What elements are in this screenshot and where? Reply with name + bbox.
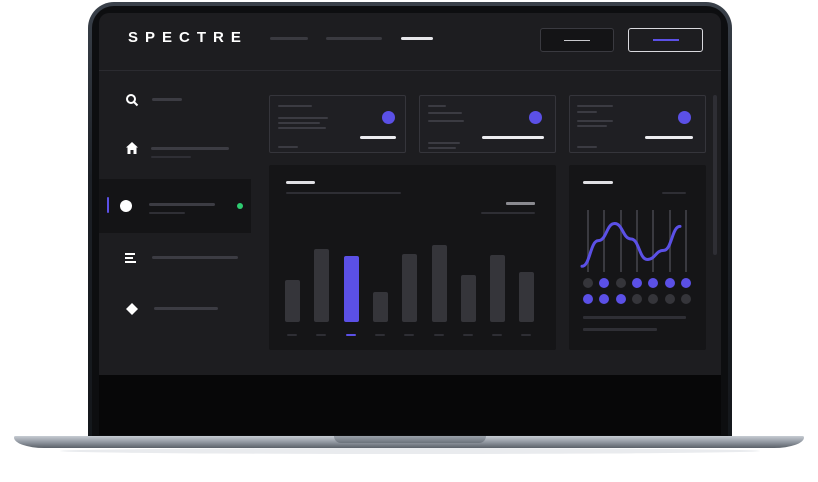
stat-card-3[interactable]	[569, 95, 706, 153]
top-header: SPECTRE	[99, 13, 721, 71]
sidebar-item-diamond[interactable]	[99, 285, 251, 339]
status-dot-icon	[237, 203, 243, 209]
matrix-dot[interactable]	[616, 278, 626, 288]
bar-1[interactable]	[285, 280, 300, 322]
diamond-icon	[125, 302, 139, 316]
card-label	[428, 105, 446, 107]
card-value	[360, 136, 396, 139]
bar-8[interactable]	[490, 255, 505, 322]
app-screen: SPECTRE	[99, 13, 721, 375]
x-tick-8	[492, 334, 502, 336]
bar-chart-panel	[269, 165, 556, 350]
matrix-dot[interactable]	[632, 294, 642, 304]
bar-9[interactable]	[519, 272, 534, 322]
card-text	[278, 127, 326, 129]
sidebar-item-sublabel	[149, 212, 185, 214]
matrix-dot[interactable]	[583, 278, 593, 288]
secondary-button[interactable]	[540, 28, 614, 52]
x-tick-4	[375, 334, 385, 336]
matrix-dot[interactable]	[681, 278, 691, 288]
laptop-shadow	[60, 448, 760, 454]
matrix-dot[interactable]	[599, 278, 609, 288]
card-text	[428, 112, 462, 114]
sidebar-item-sublabel	[151, 156, 191, 158]
content-scrollbar[interactable]	[713, 95, 717, 255]
screen-bottom-bezel	[99, 375, 721, 435]
bar-6[interactable]	[432, 245, 447, 322]
x-tick-3	[346, 334, 356, 336]
card-status-icon	[529, 111, 542, 124]
card-label	[278, 105, 312, 107]
bar-2[interactable]	[314, 249, 329, 322]
active-indicator	[107, 197, 109, 213]
matrix-dot[interactable]	[599, 294, 609, 304]
card-text	[428, 120, 464, 122]
x-tick-2	[316, 334, 326, 336]
card-text	[577, 125, 607, 127]
nav-item-3[interactable]	[401, 37, 433, 40]
sidebar-item-active[interactable]	[99, 179, 251, 233]
line-series	[580, 222, 682, 268]
x-tick-7	[463, 334, 473, 336]
x-tick-9	[521, 334, 531, 336]
matrix-dot[interactable]	[681, 294, 691, 304]
line-series-svg	[580, 222, 682, 268]
primary-button[interactable]	[628, 28, 703, 52]
sidebar-item-label	[152, 256, 238, 259]
nav-item-2[interactable]	[326, 37, 382, 40]
matrix-dot[interactable]	[665, 278, 675, 288]
sidebar-item-label	[151, 147, 229, 150]
sidebar-item-list[interactable]	[99, 233, 251, 287]
primary-button-label	[652, 39, 679, 41]
stat-card-2[interactable]	[419, 95, 556, 153]
matrix-dot[interactable]	[648, 294, 658, 304]
x-tick-1	[287, 334, 297, 336]
matrix-dot[interactable]	[648, 278, 658, 288]
card-footer	[428, 147, 456, 149]
sidebar-item-label	[154, 307, 218, 310]
matrix-dot[interactable]	[616, 294, 626, 304]
sidebar-item-label	[149, 203, 215, 206]
bar-7[interactable]	[461, 275, 476, 322]
panel-footer-line	[583, 316, 686, 319]
card-text	[278, 122, 320, 124]
card-footer	[577, 146, 597, 148]
card-footer	[428, 142, 460, 144]
x-tick-5	[404, 334, 414, 336]
line-chart	[569, 165, 706, 350]
line-chart-panel	[569, 165, 706, 350]
laptop-notch	[334, 436, 486, 443]
card-status-icon	[678, 111, 691, 124]
bar-3[interactable]	[344, 256, 359, 322]
card-text	[577, 120, 613, 122]
card-status-icon	[382, 111, 395, 124]
search-icon	[125, 93, 139, 107]
matrix-dot[interactable]	[665, 294, 675, 304]
sidebar-item-label	[152, 98, 182, 101]
home-icon	[125, 141, 139, 155]
matrix-dot[interactable]	[583, 294, 593, 304]
card-value	[645, 136, 693, 139]
sidebar-item-search[interactable]	[99, 75, 251, 129]
x-tick-6	[434, 334, 444, 336]
card-label	[577, 105, 613, 107]
card-value	[482, 136, 544, 139]
matrix-dot[interactable]	[632, 278, 642, 288]
secondary-button-label	[564, 40, 590, 41]
sidebar-item-home[interactable]	[99, 127, 251, 181]
stat-card-1[interactable]	[269, 95, 406, 153]
bar-5[interactable]	[402, 254, 417, 322]
bar-chart	[269, 165, 556, 350]
panel-footer-line	[583, 328, 657, 331]
app-logo[interactable]: SPECTRE	[128, 29, 248, 46]
card-footer	[278, 146, 298, 148]
menu-icon	[124, 251, 138, 265]
nav-item-1[interactable]	[270, 37, 308, 40]
card-text	[278, 117, 328, 119]
card-text	[577, 111, 597, 113]
bar-4[interactable]	[373, 292, 388, 322]
circle-icon	[119, 199, 133, 213]
